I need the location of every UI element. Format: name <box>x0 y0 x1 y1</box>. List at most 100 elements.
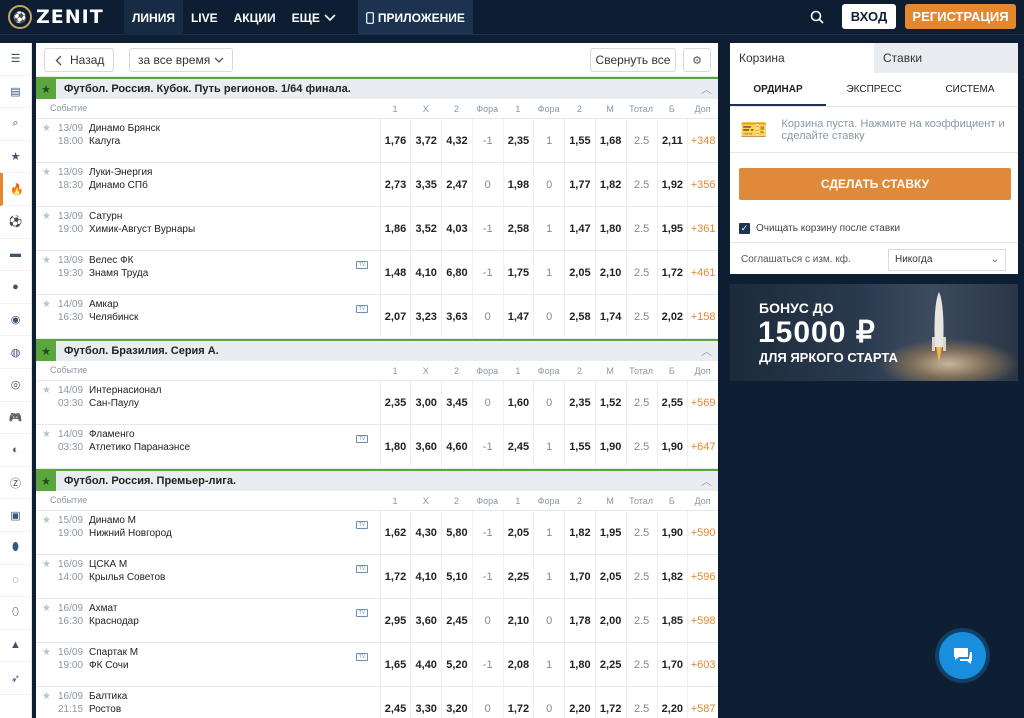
odds-cell[interactable]: 1,92 <box>656 163 687 206</box>
odds-cell[interactable]: 2,35 <box>564 381 594 424</box>
odds-cell[interactable]: 2,58 <box>564 295 594 338</box>
tab-system[interactable]: СИСТЕМА <box>922 73 1018 106</box>
odds-cell[interactable]: 1,90 <box>594 425 626 468</box>
odds-cell[interactable]: 1,65 <box>379 643 410 686</box>
odds-cell[interactable]: 1,80 <box>594 207 626 250</box>
odds-cell[interactable]: 1,72 <box>379 555 410 598</box>
odds-cell[interactable]: 2,20 <box>656 687 687 718</box>
hockey-icon[interactable]: ▬ <box>0 239 31 272</box>
odds-cell[interactable]: 3,23 <box>410 295 441 338</box>
tv-icon[interactable]: TV <box>356 261 368 269</box>
odds-cell[interactable]: 4,10 <box>410 251 441 294</box>
favorite-star-icon[interactable]: ★ <box>42 647 51 658</box>
tv-icon[interactable]: TV <box>356 435 368 443</box>
motorsport-wheel-icon[interactable]: ◌ <box>0 565 31 598</box>
odds-cell[interactable]: 1,48 <box>379 251 410 294</box>
odds-cell[interactable]: 2,05 <box>564 251 594 294</box>
tv-icon[interactable]: TV <box>356 565 368 573</box>
odds-cell[interactable]: 2,45 <box>441 599 471 642</box>
event-info[interactable]: ★ 13/09 18:30 Луки-Энергия Динамо СПб <box>36 163 380 206</box>
odds-cell[interactable]: 3,63 <box>441 295 471 338</box>
favorite-star-icon[interactable]: ★ <box>42 211 51 222</box>
chat-button[interactable] <box>939 632 986 679</box>
odds-cell[interactable]: 4,40 <box>410 643 441 686</box>
favorite-star-icon[interactable]: ★ <box>42 603 51 614</box>
odds-cell[interactable]: 1,62 <box>379 511 410 554</box>
odds-cell[interactable]: 1,72 <box>502 687 533 718</box>
odds-cell[interactable]: 1,90 <box>656 425 687 468</box>
handball-icon[interactable]: ◍ <box>0 336 31 369</box>
more-markets-link[interactable]: +158 <box>687 295 718 338</box>
odds-cell[interactable]: 1,86 <box>379 207 410 250</box>
menu-icon[interactable]: ☰ <box>0 43 31 76</box>
odds-cell[interactable]: 2,55 <box>656 381 687 424</box>
tv-icon[interactable]: TV <box>356 305 368 313</box>
odds-cell[interactable]: 3,72 <box>410 119 441 162</box>
odds-cell[interactable]: 1,82 <box>594 163 626 206</box>
odds-cell[interactable]: 5,20 <box>441 643 471 686</box>
more-markets-link[interactable]: +587 <box>687 687 718 718</box>
odds-cell[interactable]: 3,60 <box>410 599 441 642</box>
logo[interactable]: ⚽ ZENIT <box>8 2 104 32</box>
odds-cell[interactable]: 2,00 <box>594 599 626 642</box>
event-info[interactable]: ★ 14/09 03:30 Фламенго Атлетико Паранаэнсе TV <box>36 425 380 468</box>
odds-cell[interactable]: 1,72 <box>656 251 687 294</box>
chevron-up-icon[interactable]: ︿ <box>701 473 712 489</box>
event-info[interactable]: ★ 16/09 19:00 Спартак М ФК Сочи TV <box>36 643 380 686</box>
favorite-star-icon[interactable]: ★ <box>42 429 51 440</box>
odds-cell[interactable]: 2,10 <box>502 599 533 642</box>
more-markets-link[interactable]: +356 <box>687 163 718 206</box>
odds-cell[interactable]: 2,95 <box>379 599 410 642</box>
odds-cell[interactable]: 1,72 <box>594 687 626 718</box>
league-header[interactable]: ★ Футбол. Россия. Премьер-лига. ︿ <box>36 469 718 491</box>
esports-gamepad-icon[interactable]: 🎮 <box>0 402 31 435</box>
collapse-all-button[interactable]: Свернуть все <box>590 48 676 72</box>
odds-cell[interactable]: 1,95 <box>594 511 626 554</box>
nav-more[interactable]: ЕЩЕ <box>284 0 344 35</box>
odds-cell[interactable]: 1,76 <box>379 119 410 162</box>
odds-cell[interactable]: 2,35 <box>502 119 533 162</box>
chevron-up-icon[interactable]: ︿ <box>701 81 712 97</box>
clear-cart-checkbox[interactable]: ✓ Очищать корзину после ставки <box>739 223 900 234</box>
gear-icon[interactable]: ⚙ <box>683 48 711 72</box>
odds-cell[interactable]: 1,90 <box>656 511 687 554</box>
odds-cell[interactable]: 3,45 <box>441 381 471 424</box>
boxing-icon[interactable]: ▣ <box>0 499 31 532</box>
tab-cart[interactable]: Корзина <box>730 43 874 73</box>
tv-icon[interactable]: TV <box>356 521 368 529</box>
event-info[interactable]: ★ 13/09 19:30 Велес ФК Знамя Труда TV <box>36 251 380 294</box>
odds-cell[interactable]: 1,55 <box>564 425 594 468</box>
more-markets-link[interactable]: +461 <box>687 251 718 294</box>
odds-cell[interactable]: 1,80 <box>379 425 410 468</box>
odds-cell[interactable]: 2,25 <box>594 643 626 686</box>
event-info[interactable]: ★ 13/09 19:00 Сатурн Химик-Август Вурнары <box>36 207 380 250</box>
event-info[interactable]: ★ 14/09 03:30 Интернасионал Сан-Паулу <box>36 381 380 424</box>
odds-cell[interactable]: 1,98 <box>502 163 533 206</box>
tennis-icon[interactable]: ◐ <box>0 434 31 467</box>
odds-cell[interactable]: 4,30 <box>410 511 441 554</box>
favorite-star-icon[interactable]: ★ <box>42 299 51 310</box>
chevron-up-icon[interactable]: ︿ <box>701 343 712 359</box>
tab-single[interactable]: ОРДИНАР <box>730 73 826 106</box>
bonus-banner[interactable]: БОНУС ДО 15000 ₽ ДЛЯ ЯРКОГО СТАРТА <box>730 284 1018 381</box>
odds-cell[interactable]: 5,10 <box>441 555 471 598</box>
nav-promos[interactable]: АКЦИИ <box>226 0 284 35</box>
odds-cell[interactable]: 1,60 <box>502 381 533 424</box>
more-markets-link[interactable]: +348 <box>687 119 718 162</box>
event-info[interactable]: ★ 16/09 21:15 Балтика Ростов <box>36 687 380 718</box>
odds-cell[interactable]: 1,68 <box>594 119 626 162</box>
odds-cell[interactable]: 2,02 <box>656 295 687 338</box>
zenit-icon[interactable]: Ⓩ <box>0 467 31 500</box>
more-markets-link[interactable]: +596 <box>687 555 718 598</box>
odds-cell[interactable]: 1,75 <box>502 251 533 294</box>
odds-cell[interactable]: 2,35 <box>379 381 410 424</box>
odds-cell[interactable]: 2,10 <box>594 251 626 294</box>
odds-cell[interactable]: 2,45 <box>379 687 410 718</box>
odds-cell[interactable]: 2,08 <box>502 643 533 686</box>
tv-icon[interactable]: TV <box>356 609 368 617</box>
odds-cell[interactable]: 1,77 <box>564 163 594 206</box>
favorite-star-icon[interactable]: ★ <box>42 691 51 702</box>
more-markets-link[interactable]: +590 <box>687 511 718 554</box>
more-markets-link[interactable]: +569 <box>687 381 718 424</box>
more-markets-link[interactable]: +361 <box>687 207 718 250</box>
